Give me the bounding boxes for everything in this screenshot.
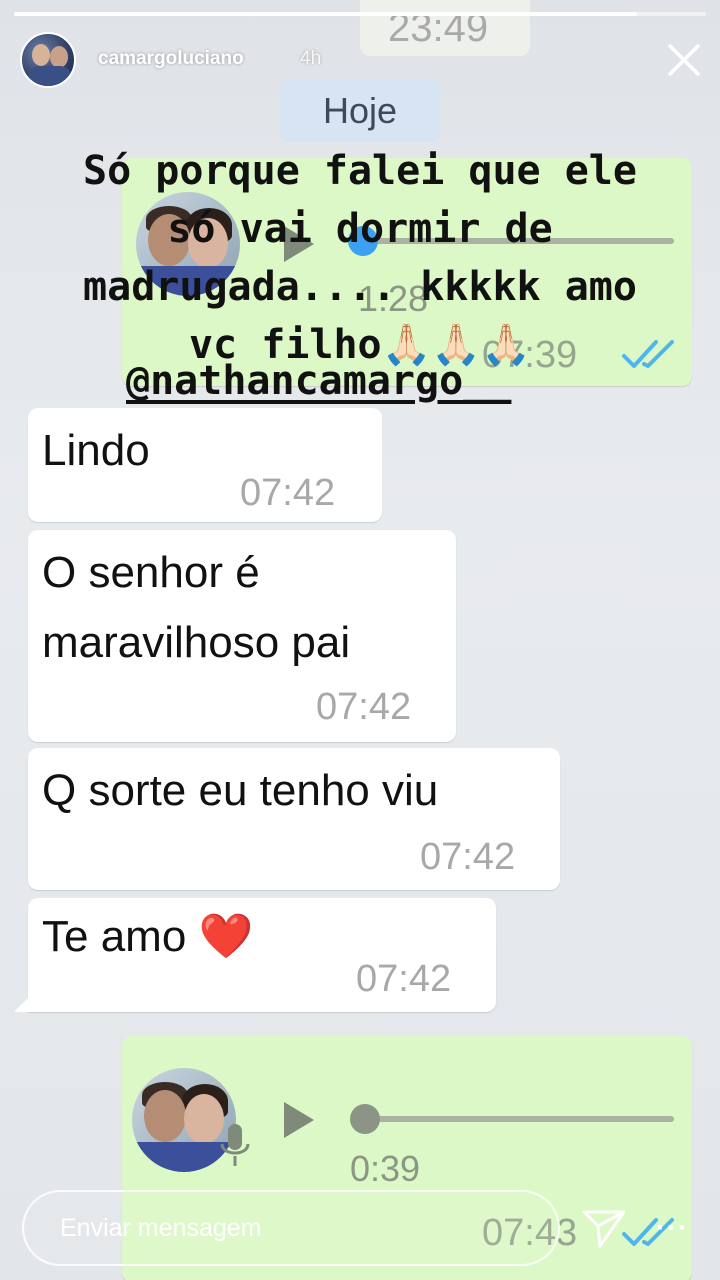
mic-icon [220,1124,250,1166]
send-message-placeholder: Enviar mensagem [60,1214,262,1242]
story-username[interactable]: camargoluciano [98,48,244,70]
message-text: Te amo ❤️ [42,912,254,961]
bubble-tail [14,992,34,1012]
caption-line: Só porque falei que ele [83,148,637,194]
story-progress-bar [14,12,706,16]
story-time-ago: 4h [300,48,322,69]
incoming-message: Lindo 07:42 [28,408,382,522]
message-time: 07:42 [420,836,516,878]
caption-line: madrugada.... kkkkk amo [83,264,637,310]
message-text: Q sorte eu tenho viu [42,766,439,815]
incoming-message: O senhor é maravilhoso pai 07:42 [28,530,456,742]
story-caption: Só porque falei que ele só vai dormir de… [40,142,680,374]
story-screen: 23:49 camargoluciano 4h Hoje 1:28 07:39 … [0,0,720,1280]
date-chip: Hoje [280,80,440,142]
audio-track[interactable] [362,1116,674,1122]
send-icon[interactable] [580,1204,628,1252]
message-text-line: maravilhoso pai [42,618,351,667]
story-progress-fill [14,12,637,16]
incoming-message: Te amo ❤️ 07:42 [28,898,496,1012]
profile-avatar[interactable] [20,32,76,88]
voice-duration: 0:39 [350,1148,421,1189]
message-text-line: O senhor é [42,548,260,597]
incoming-message: Q sorte eu tenho viu 07:42 [28,748,560,890]
message-time: 07:42 [240,472,336,514]
mention-link[interactable]: @nathancamargo__ [126,358,511,404]
audio-scrubber[interactable] [350,1104,380,1134]
close-icon[interactable] [660,36,708,84]
play-icon[interactable] [278,1100,318,1140]
message-time: 07:42 [316,686,412,728]
more-icon[interactable]: ··· [654,1210,690,1246]
message-text: Lindo [42,426,150,475]
message-time: 07:42 [356,958,452,1000]
send-message-input[interactable]: Enviar mensagem [22,1190,560,1266]
caption-line: só vai dormir de [167,206,553,252]
